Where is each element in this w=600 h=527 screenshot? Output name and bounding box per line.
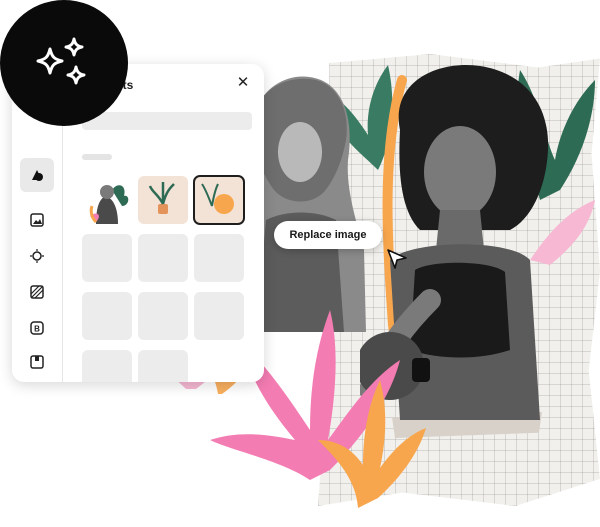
asset-tile-portrait[interactable] [82,176,132,224]
app-logo [0,0,128,126]
svg-text:B: B [34,325,40,334]
cursor-icon [387,249,407,269]
asset-tile-plant[interactable] [138,176,188,224]
asset-tile-placeholder[interactable] [82,350,132,382]
sun-icon[interactable] [25,244,49,268]
orange-leaf-shape [318,380,426,508]
search-input[interactable] [82,112,252,130]
asset-tile-plant-selected[interactable] [193,175,245,225]
asset-tile-placeholder[interactable] [138,292,188,340]
frame-icon[interactable] [25,350,49,374]
section-heading-placeholder [82,154,112,160]
sparkles-icon [36,37,86,85]
badge-icon[interactable]: B [25,316,49,340]
asset-tile-placeholder[interactable] [82,234,132,282]
image-icon[interactable] [25,208,49,232]
pattern-icon[interactable] [25,280,49,304]
collage-stage: B ets ✕ Replace image [0,0,600,527]
shapes-icon[interactable] [20,158,54,192]
asset-tile-placeholder[interactable] [82,292,132,340]
asset-tile-placeholder[interactable] [194,234,244,282]
asset-tile-placeholder[interactable] [194,292,244,340]
close-icon[interactable]: ✕ [234,74,252,92]
asset-tile-placeholder[interactable] [138,234,188,282]
replace-image-button[interactable]: Replace image [274,221,382,249]
asset-tile-placeholder[interactable] [138,350,188,382]
